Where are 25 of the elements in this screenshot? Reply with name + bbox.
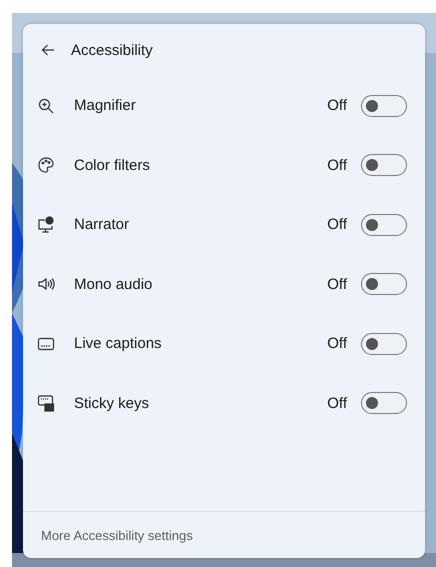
toggle-switch[interactable] — [361, 332, 407, 355]
toggle-switch[interactable] — [361, 214, 407, 236]
toggle-state: Off — [327, 335, 347, 352]
more-settings-link[interactable]: More Accessibility settings — [41, 528, 193, 542]
back-button[interactable] — [41, 43, 55, 57]
toggle-switch[interactable] — [361, 273, 407, 296]
toggle-state: Off — [327, 216, 347, 234]
toggle-switch[interactable] — [361, 94, 407, 117]
keyboard-icon — [37, 394, 55, 412]
zoom-in-icon — [37, 96, 55, 115]
palette-icon — [37, 156, 55, 174]
setting-label: Sticky keys — [74, 394, 150, 412]
toggle-state: Off — [327, 276, 347, 293]
toggle-state: Off — [327, 394, 347, 412]
toggle-state: Off — [327, 156, 347, 174]
toggle-switch[interactable] — [361, 154, 407, 176]
setting-label: Magnifier — [74, 97, 137, 114]
setting-label: Live captions — [74, 335, 163, 352]
toggle-switch[interactable] — [361, 392, 407, 414]
setting-label: Color filters — [74, 156, 151, 174]
setting-label: Narrator — [74, 216, 130, 234]
setting-label: Mono audio — [74, 276, 154, 293]
panel-title: Accessibility — [71, 42, 153, 58]
monitor-icon — [37, 216, 55, 234]
toggle-state: Off — [327, 97, 347, 114]
